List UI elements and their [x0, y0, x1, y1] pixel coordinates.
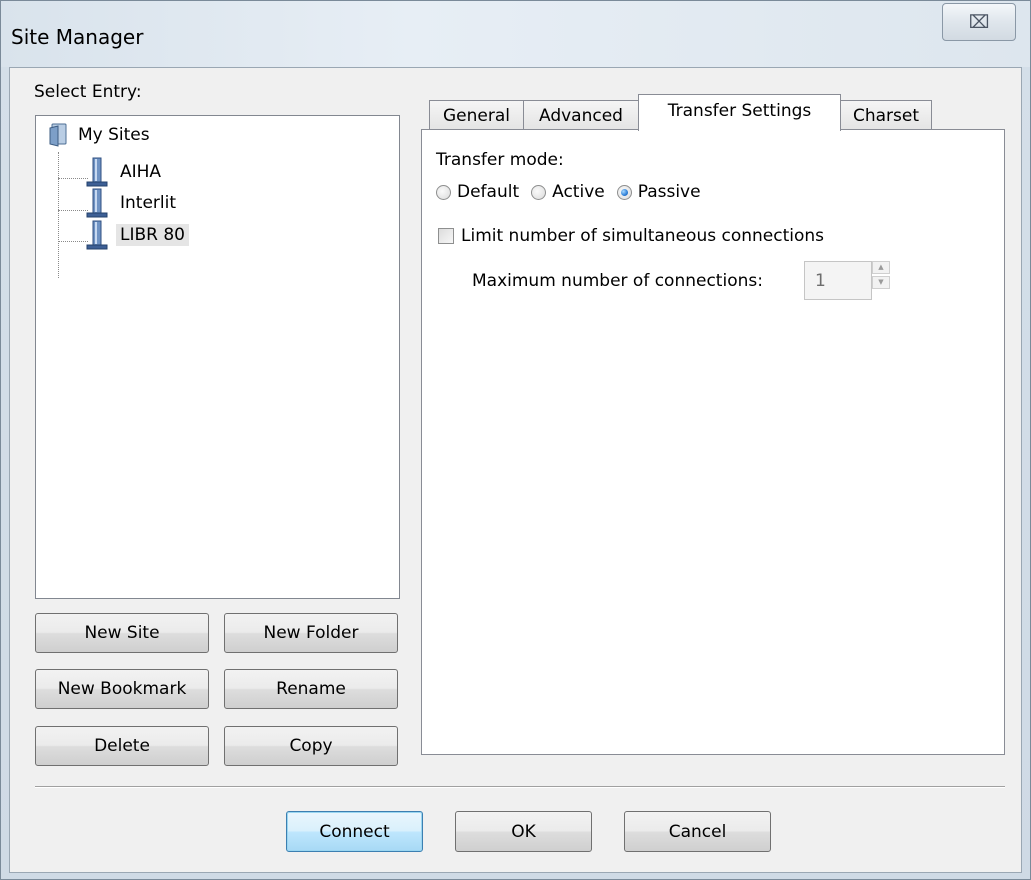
connect-button[interactable]: Connect — [286, 811, 423, 852]
close-icon: ⌧ — [968, 11, 990, 33]
radio-active-indicator[interactable] — [531, 184, 547, 200]
tree-connector-line — [58, 152, 59, 278]
tree-item-interlit[interactable]: Interlit — [86, 188, 180, 218]
cancel-button[interactable]: Cancel — [624, 811, 771, 852]
tree-item-label: AIHA — [120, 162, 162, 182]
radio-passive-indicator[interactable] — [616, 184, 632, 200]
tree-connector-line — [58, 178, 88, 179]
title-bar[interactable]: Site Manager ⌧ — [1, 1, 1030, 67]
tree-connector-line — [58, 241, 88, 242]
rename-button[interactable]: Rename — [224, 669, 398, 709]
close-button[interactable]: ⌧ — [942, 3, 1016, 41]
tree-item-my-sites[interactable]: My Sites — [48, 121, 154, 149]
transfer-settings-panel: Transfer mode: Default Active Passive Li… — [421, 129, 1005, 755]
window-title: Site Manager — [11, 25, 144, 49]
radio-active[interactable]: Active — [531, 182, 605, 202]
tree-connector-line — [58, 210, 88, 211]
tree-item-label: My Sites — [78, 125, 150, 145]
max-connections-spinner: ▲ ▼ — [872, 261, 890, 289]
new-site-button[interactable]: New Site — [35, 613, 209, 653]
radio-default[interactable]: Default — [436, 182, 519, 202]
chevron-down-icon: ▼ — [878, 278, 884, 286]
server-icon — [86, 188, 108, 218]
tab-advanced[interactable]: Advanced — [523, 100, 639, 130]
radio-default-indicator[interactable] — [436, 184, 451, 200]
footer-separator — [35, 786, 1005, 788]
tab-transfer-settings[interactable]: Transfer Settings — [638, 94, 841, 131]
site-manager-window: Site Manager ⌧ Select Entry: My Sites AI… — [0, 0, 1031, 880]
limit-connections-label: Limit number of simultaneous connections — [461, 226, 825, 246]
dialog-client-area: Select Entry: My Sites AIHA Interlit LIB… — [9, 67, 1022, 873]
max-connections-label: Maximum number of connections: — [472, 271, 763, 291]
spin-down-button[interactable]: ▼ — [872, 276, 890, 289]
server-icon — [86, 220, 108, 250]
tab-charset[interactable]: Charset — [840, 100, 932, 130]
max-connections-input[interactable]: 1 — [804, 261, 872, 300]
site-tree[interactable]: My Sites AIHA Interlit LIBR 80 — [35, 115, 400, 599]
transfer-mode-group: Default Active Passive — [436, 182, 701, 202]
folder-icon — [48, 123, 68, 147]
tree-item-libr-80[interactable]: LIBR 80 — [86, 220, 189, 250]
ok-button[interactable]: OK — [455, 811, 592, 852]
radio-passive[interactable]: Passive — [616, 182, 701, 202]
spin-up-button[interactable]: ▲ — [872, 261, 890, 274]
tab-general[interactable]: General — [429, 100, 524, 130]
tree-item-label: LIBR 80 — [116, 224, 189, 246]
tree-item-label: Interlit — [120, 193, 177, 213]
limit-connections-checkbox[interactable] — [438, 228, 454, 244]
server-icon — [86, 157, 108, 187]
copy-button[interactable]: Copy — [224, 726, 398, 766]
new-bookmark-button[interactable]: New Bookmark — [35, 669, 209, 709]
delete-button[interactable]: Delete — [35, 726, 209, 766]
new-folder-button[interactable]: New Folder — [224, 613, 398, 653]
select-entry-label: Select Entry: — [34, 82, 142, 102]
radio-default-label: Default — [457, 182, 520, 202]
limit-connections-checkbox-row[interactable]: Limit number of simultaneous connections — [438, 226, 824, 246]
chevron-up-icon: ▲ — [878, 263, 884, 271]
radio-active-label: Active — [552, 182, 605, 202]
radio-passive-label: Passive — [637, 182, 701, 202]
tree-item-aiha[interactable]: AIHA — [86, 157, 165, 187]
transfer-mode-label: Transfer mode: — [436, 150, 564, 170]
